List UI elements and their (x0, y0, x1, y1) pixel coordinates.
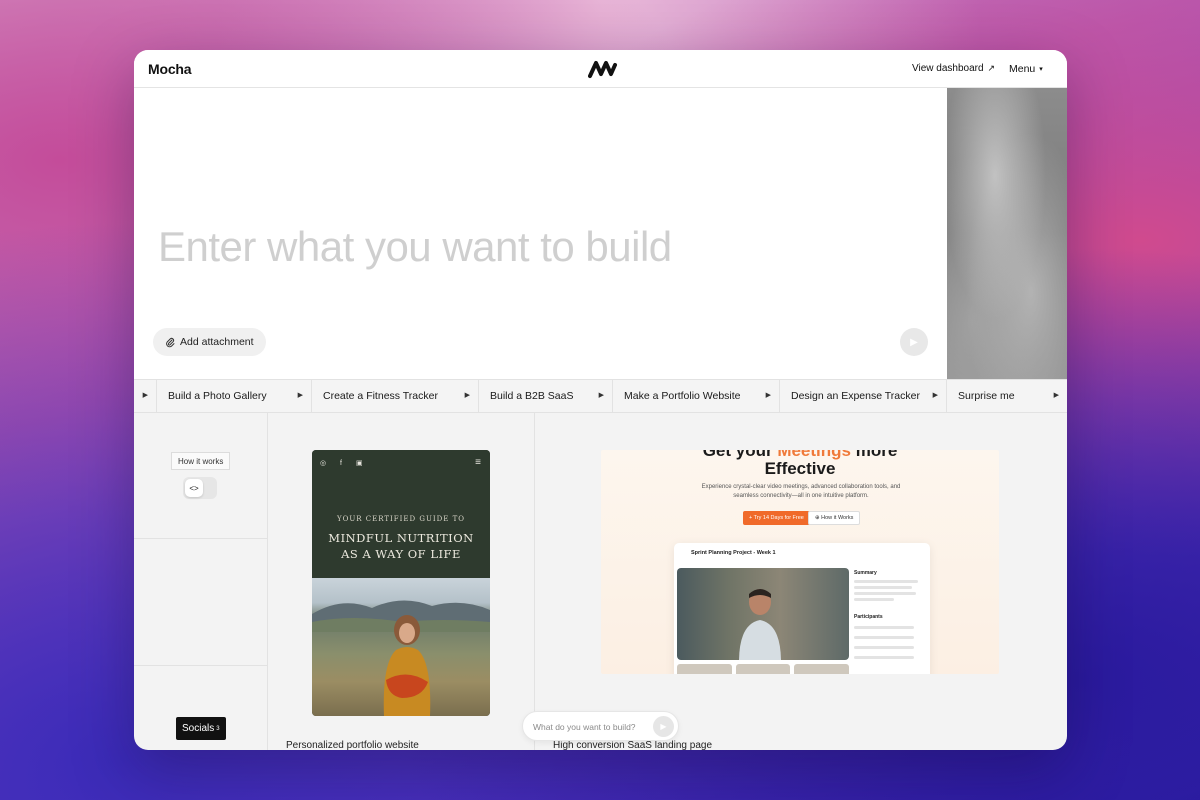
meeting-sidebar: Summary Participants (854, 568, 926, 674)
mocha-logo-icon[interactable] (588, 59, 618, 79)
saas-showcase[interactable]: Get your Meetings more Effective Experie… (535, 413, 1067, 750)
smoke-background-image (947, 88, 1067, 379)
external-arrow-icon: ↗ (987, 63, 996, 73)
portfolio-preview-image[interactable]: ◎ f ▣ ≡ YOUR CERTIFIED GUIDE TO MINDFUL … (312, 450, 490, 716)
suggestion-label: Design an Expense Tracker (791, 390, 920, 402)
portfolio-title: MINDFUL NUTRITION AS A WAY OF LIFE (312, 530, 490, 562)
how-it-works-cell: How it works <> (134, 413, 267, 539)
text-line (854, 586, 912, 589)
add-attachment-button[interactable]: Add attachment (153, 328, 266, 356)
suggestion-expense-tracker[interactable]: Design an Expense Tracker ▶ (780, 380, 947, 412)
chevron-down-icon: ▾ (1039, 66, 1043, 73)
meeting-title: Sprint Planning Project - Week 1 (691, 550, 776, 556)
ask-input[interactable]: What do you want to build? (533, 722, 636, 732)
portfolio-kicker: YOUR CERTIFIED GUIDE TO (337, 515, 465, 523)
man-figure-graphic (739, 589, 781, 660)
floating-ask-bar[interactable]: What do you want to build? ▶ (522, 711, 679, 741)
empty-cell (134, 539, 267, 666)
portfolio-title-line: AS A WAY OF LIFE (341, 547, 461, 561)
play-icon: ▶ (297, 392, 303, 399)
ask-submit-button[interactable]: ▶ (653, 716, 674, 737)
play-icon: ▶ (765, 392, 771, 399)
participant-thumbnails (677, 664, 850, 674)
play-icon: ▶ (660, 722, 667, 731)
suggestion-label: Build a B2B SaaS (490, 390, 574, 402)
text-line (854, 598, 894, 601)
code-icon: <> (185, 479, 203, 497)
portfolio-hero: ◎ f ▣ ≡ YOUR CERTIFIED GUIDE TO MINDFUL … (312, 450, 490, 578)
hamburger-menu-icon: ≡ (475, 457, 481, 468)
saas-preview-image[interactable]: Get your Meetings more Effective Experie… (601, 450, 999, 674)
participant-row (854, 656, 914, 659)
saas-meeting-card: Sprint Planning Project - Week 1 Summary… (674, 543, 930, 674)
participant-row (854, 646, 914, 649)
code-view-toggle[interactable]: <> (183, 477, 217, 499)
socials-button[interactable]: Socials 3 (176, 717, 226, 740)
suggestion-scroll-left[interactable]: ▶ (134, 380, 157, 412)
app-window: Mocha View dashboard ↗ Menu ▾ Enter what y… (134, 50, 1067, 750)
play-icon: ▶ (464, 392, 470, 399)
woman-figure-graphic (383, 615, 431, 716)
add-attachment-label: Add attachment (180, 336, 254, 348)
how-it-works-button[interactable]: How it works (171, 452, 231, 470)
text-line (854, 580, 918, 583)
portfolio-showcase[interactable]: ◎ f ▣ ≡ YOUR CERTIFIED GUIDE TO MINDFUL … (268, 413, 535, 750)
view-dashboard-link[interactable]: View dashboard ↗ (912, 63, 995, 74)
saas-caption: High conversion SaaS landing page (553, 740, 712, 750)
suggestion-label: Build a Photo Gallery (168, 390, 267, 402)
view-dashboard-label: View dashboard (912, 63, 984, 74)
play-icon: ▶ (932, 392, 938, 399)
participant-thumbnail (735, 664, 791, 674)
play-icon: ▶ (142, 392, 148, 399)
prompt-input[interactable]: Enter what you want to build (158, 223, 672, 271)
play-icon: ▶ (1053, 392, 1059, 399)
suggestion-photo-gallery[interactable]: Build a Photo Gallery ▶ (157, 380, 312, 412)
socials-count-badge: 3 (216, 725, 220, 732)
text-line (854, 592, 916, 595)
summary-label: Summary (854, 570, 877, 576)
saas-headline-line2: Effective (764, 459, 836, 478)
suggestion-label: Surprise me (958, 390, 1015, 402)
suggestion-portfolio-website[interactable]: Make a Portfolio Website ▶ (613, 380, 780, 412)
participant-thumbnail (677, 664, 732, 674)
brand-wordmark[interactable]: Mocha (148, 61, 192, 77)
portfolio-caption: Personalized portfolio website (286, 740, 419, 750)
participant-thumbnail (794, 664, 850, 674)
suggestion-label: Create a Fitness Tracker (323, 390, 438, 402)
portfolio-title-line: MINDFUL NUTRITION (328, 531, 474, 545)
participant-row (854, 626, 914, 629)
play-icon: ▶ (910, 336, 918, 348)
socials-label: Socials (182, 723, 215, 734)
social-icons: ◎ f ▣ (320, 460, 369, 467)
suggestion-b2b-saas[interactable]: Build a B2B SaaS ▶ (479, 380, 613, 412)
prompt-panel[interactable]: Enter what you want to build Add attachm… (134, 88, 947, 379)
top-navigation-bar: Mocha View dashboard ↗ Menu ▾ (134, 50, 1067, 88)
saas-how-it-works-button: ⊕ How it Works (808, 511, 861, 525)
left-sidebar: How it works <> Socials 3 (134, 413, 268, 750)
saas-free-trial-button: + Try 14 Days for Free (743, 511, 810, 525)
participant-row (854, 636, 914, 639)
paperclip-icon (166, 337, 175, 347)
suggestion-surprise-me[interactable]: Surprise me ▶ (947, 380, 1067, 412)
saas-subheading: Experience crystal-clear video meetings,… (701, 484, 901, 499)
portfolio-photo (312, 578, 490, 716)
menu-label: Menu (1009, 63, 1036, 75)
submit-button[interactable]: ▶ (900, 328, 928, 356)
video-call-frame (677, 568, 849, 660)
play-icon: ▶ (598, 392, 604, 399)
suggestion-label: Make a Portfolio Website (624, 390, 741, 402)
suggestion-bar: ▶ Build a Photo Gallery ▶ Create a Fitne… (134, 379, 1067, 413)
suggestion-fitness-tracker[interactable]: Create a Fitness Tracker ▶ (312, 380, 479, 412)
participants-label: Participants (854, 614, 883, 620)
menu-button[interactable]: Menu ▾ (1009, 63, 1043, 75)
